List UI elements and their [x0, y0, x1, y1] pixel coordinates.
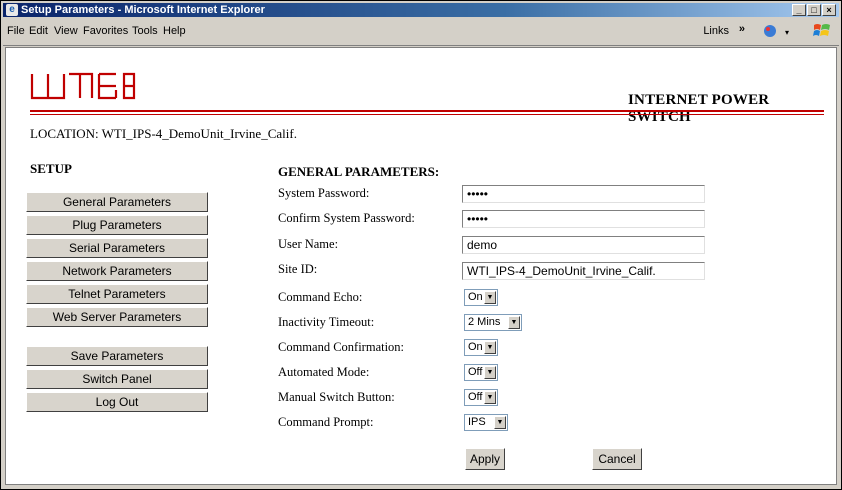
internet-explorer-icon: e: [6, 4, 18, 16]
menu-view[interactable]: View: [54, 25, 78, 37]
save-parameters-button[interactable]: Save Parameters: [26, 346, 208, 366]
inactivity-timeout-value: 2 Mins: [468, 316, 501, 328]
nav-general-parameters-button[interactable]: General Parameters: [26, 192, 208, 212]
inactivity-timeout-label: Inactivity Timeout:: [278, 315, 375, 329]
links-chevron-icon[interactable]: »: [739, 23, 745, 35]
manual-switch-value: Off: [468, 391, 483, 403]
page-content: INTERNET POWER SWITCH LOCATION: WTI_IPS-…: [5, 47, 837, 485]
manual-switch-label: Manual Switch Button:: [278, 390, 395, 404]
system-password-label: System Password:: [278, 186, 370, 200]
command-prompt-select[interactable]: IPS ▼: [464, 414, 508, 431]
menu-file[interactable]: File: [7, 25, 25, 37]
site-id-field[interactable]: WTI_IPS-4_DemoUnit_Irvine_Calif.: [462, 262, 705, 280]
automated-mode-label: Automated Mode:: [278, 365, 370, 379]
system-password-field[interactable]: •••••: [462, 185, 705, 203]
switch-panel-button[interactable]: Switch Panel: [26, 369, 208, 389]
command-confirmation-value: On: [468, 341, 483, 353]
command-prompt-label: Command Prompt:: [278, 415, 374, 429]
automated-mode-select[interactable]: Off ▼: [464, 364, 498, 381]
header-divider: [30, 110, 824, 112]
chevron-down-icon[interactable]: ▼: [484, 366, 496, 379]
confirm-password-field[interactable]: •••••: [462, 210, 705, 228]
window-title: Setup Parameters - Microsoft Internet Ex…: [21, 4, 265, 16]
command-confirmation-select[interactable]: On ▼: [464, 339, 498, 356]
menu-bar: File Edit View Favorites Tools Help Link…: [3, 18, 839, 46]
cancel-button[interactable]: Cancel: [592, 448, 642, 470]
wti-logo: [30, 72, 136, 100]
setup-heading: SETUP: [30, 161, 72, 176]
automated-mode-value: Off: [468, 366, 483, 378]
user-name-label: User Name:: [278, 237, 339, 251]
confirm-password-label: Confirm System Password:: [278, 211, 415, 225]
dropdown-arrow-icon[interactable]: ▾: [785, 28, 789, 37]
nav-web-server-parameters-button[interactable]: Web Server Parameters: [26, 307, 208, 327]
menu-edit[interactable]: Edit: [29, 25, 48, 37]
header-divider-thin: [30, 114, 824, 115]
translate-icon[interactable]: [763, 24, 777, 41]
location-label: LOCATION:: [30, 126, 99, 141]
nav-serial-parameters-button[interactable]: Serial Parameters: [26, 238, 208, 258]
maximize-button[interactable]: □: [807, 4, 821, 16]
minimize-button[interactable]: _: [792, 4, 806, 16]
links-label[interactable]: Links: [703, 25, 729, 37]
nav-network-parameters-button[interactable]: Network Parameters: [26, 261, 208, 281]
command-echo-select[interactable]: On ▼: [464, 289, 498, 306]
apply-button[interactable]: Apply: [465, 448, 505, 470]
chevron-down-icon[interactable]: ▼: [484, 291, 496, 304]
windows-logo-icon: [813, 22, 831, 40]
chevron-down-icon[interactable]: ▼: [484, 391, 496, 404]
section-heading: GENERAL PARAMETERS:: [278, 164, 440, 179]
log-out-button[interactable]: Log Out: [26, 392, 208, 412]
menu-help[interactable]: Help: [163, 25, 186, 37]
browser-window: e Setup Parameters - Microsoft Internet …: [0, 0, 842, 490]
command-prompt-value: IPS: [468, 416, 486, 428]
command-confirmation-label: Command Confirmation:: [278, 340, 405, 354]
location-value: WTI_IPS-4_DemoUnit_Irvine_Calif.: [101, 126, 297, 141]
title-bar: e Setup Parameters - Microsoft Internet …: [3, 3, 839, 17]
location-line: LOCATION: WTI_IPS-4_DemoUnit_Irvine_Cali…: [30, 126, 297, 142]
product-title: INTERNET POWER SWITCH: [628, 92, 770, 125]
user-name-field[interactable]: demo: [462, 236, 705, 254]
chevron-down-icon[interactable]: ▼: [508, 316, 520, 329]
menu-favorites[interactable]: Favorites: [83, 25, 128, 37]
chevron-down-icon[interactable]: ▼: [484, 341, 496, 354]
chevron-down-icon[interactable]: ▼: [494, 416, 506, 429]
manual-switch-select[interactable]: Off ▼: [464, 389, 498, 406]
inactivity-timeout-select[interactable]: 2 Mins ▼: [464, 314, 522, 331]
nav-telnet-parameters-button[interactable]: Telnet Parameters: [26, 284, 208, 304]
command-echo-value: On: [468, 291, 483, 303]
site-id-label: Site ID:: [278, 262, 318, 276]
nav-plug-parameters-button[interactable]: Plug Parameters: [26, 215, 208, 235]
command-echo-label: Command Echo:: [278, 290, 363, 304]
close-button[interactable]: ×: [822, 4, 836, 16]
menu-tools[interactable]: Tools: [132, 25, 158, 37]
